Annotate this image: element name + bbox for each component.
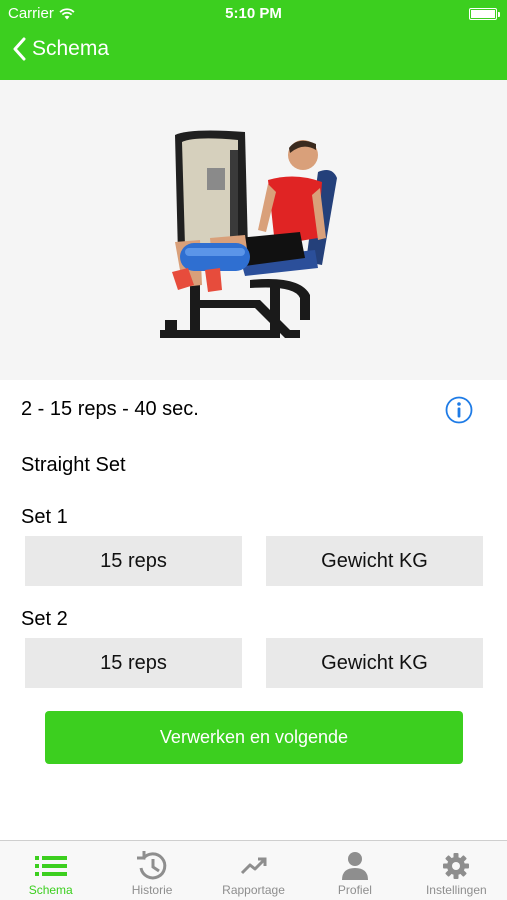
trend-icon [240,857,267,875]
back-button-label: Schema [32,37,110,60]
set-type-label: Straight Set [21,454,126,476]
exercise-image [0,80,507,380]
tab-bar: Schema Historie Rapportage Profiel Inste… [0,840,507,900]
tab-profiel-label: Profiel [337,883,372,897]
tab-historie[interactable]: Historie [101,841,202,900]
leg-extension-machine-illustration [160,130,337,338]
tab-historie-label: Historie [131,883,173,897]
tab-instellingen[interactable]: Instellingen [406,841,507,900]
set-1-label: Set 1 [21,506,68,528]
tab-schema[interactable]: Schema [0,841,101,900]
history-icon [137,851,167,880]
gear-icon [443,853,470,879]
set-1-reps-field[interactable]: 15 reps [25,536,242,586]
info-button[interactable] [445,396,473,429]
set-2-label: Set 2 [21,608,68,630]
info-icon [445,396,473,424]
tab-schema-label: Schema [28,883,73,897]
tab-rapportage[interactable]: Rapportage [203,841,304,900]
set-2-weight-field[interactable]: Gewicht KG [266,638,483,688]
process-and-next-button[interactable]: Verwerken en volgende [45,711,463,764]
tab-profiel[interactable]: Profiel [304,841,405,900]
tab-instellingen-label: Instellingen [425,883,487,897]
set-1-weight-field[interactable]: Gewicht KG [266,536,483,586]
battery-icon [469,8,500,20]
set-2-reps-field[interactable]: 15 reps [25,638,242,688]
list-icon [34,856,67,876]
person-icon [341,852,368,880]
back-button[interactable]: Schema [12,37,109,61]
exercise-summary: 2 - 15 reps - 40 sec. [21,398,199,420]
status-time: 5:10 PM [225,5,282,22]
tab-rapportage-label: Rapportage [222,883,285,897]
status-bar: Carrier 5:10 PM [0,0,507,27]
chevron-left-icon [13,37,26,61]
navigation-bar: Schema [0,27,507,80]
